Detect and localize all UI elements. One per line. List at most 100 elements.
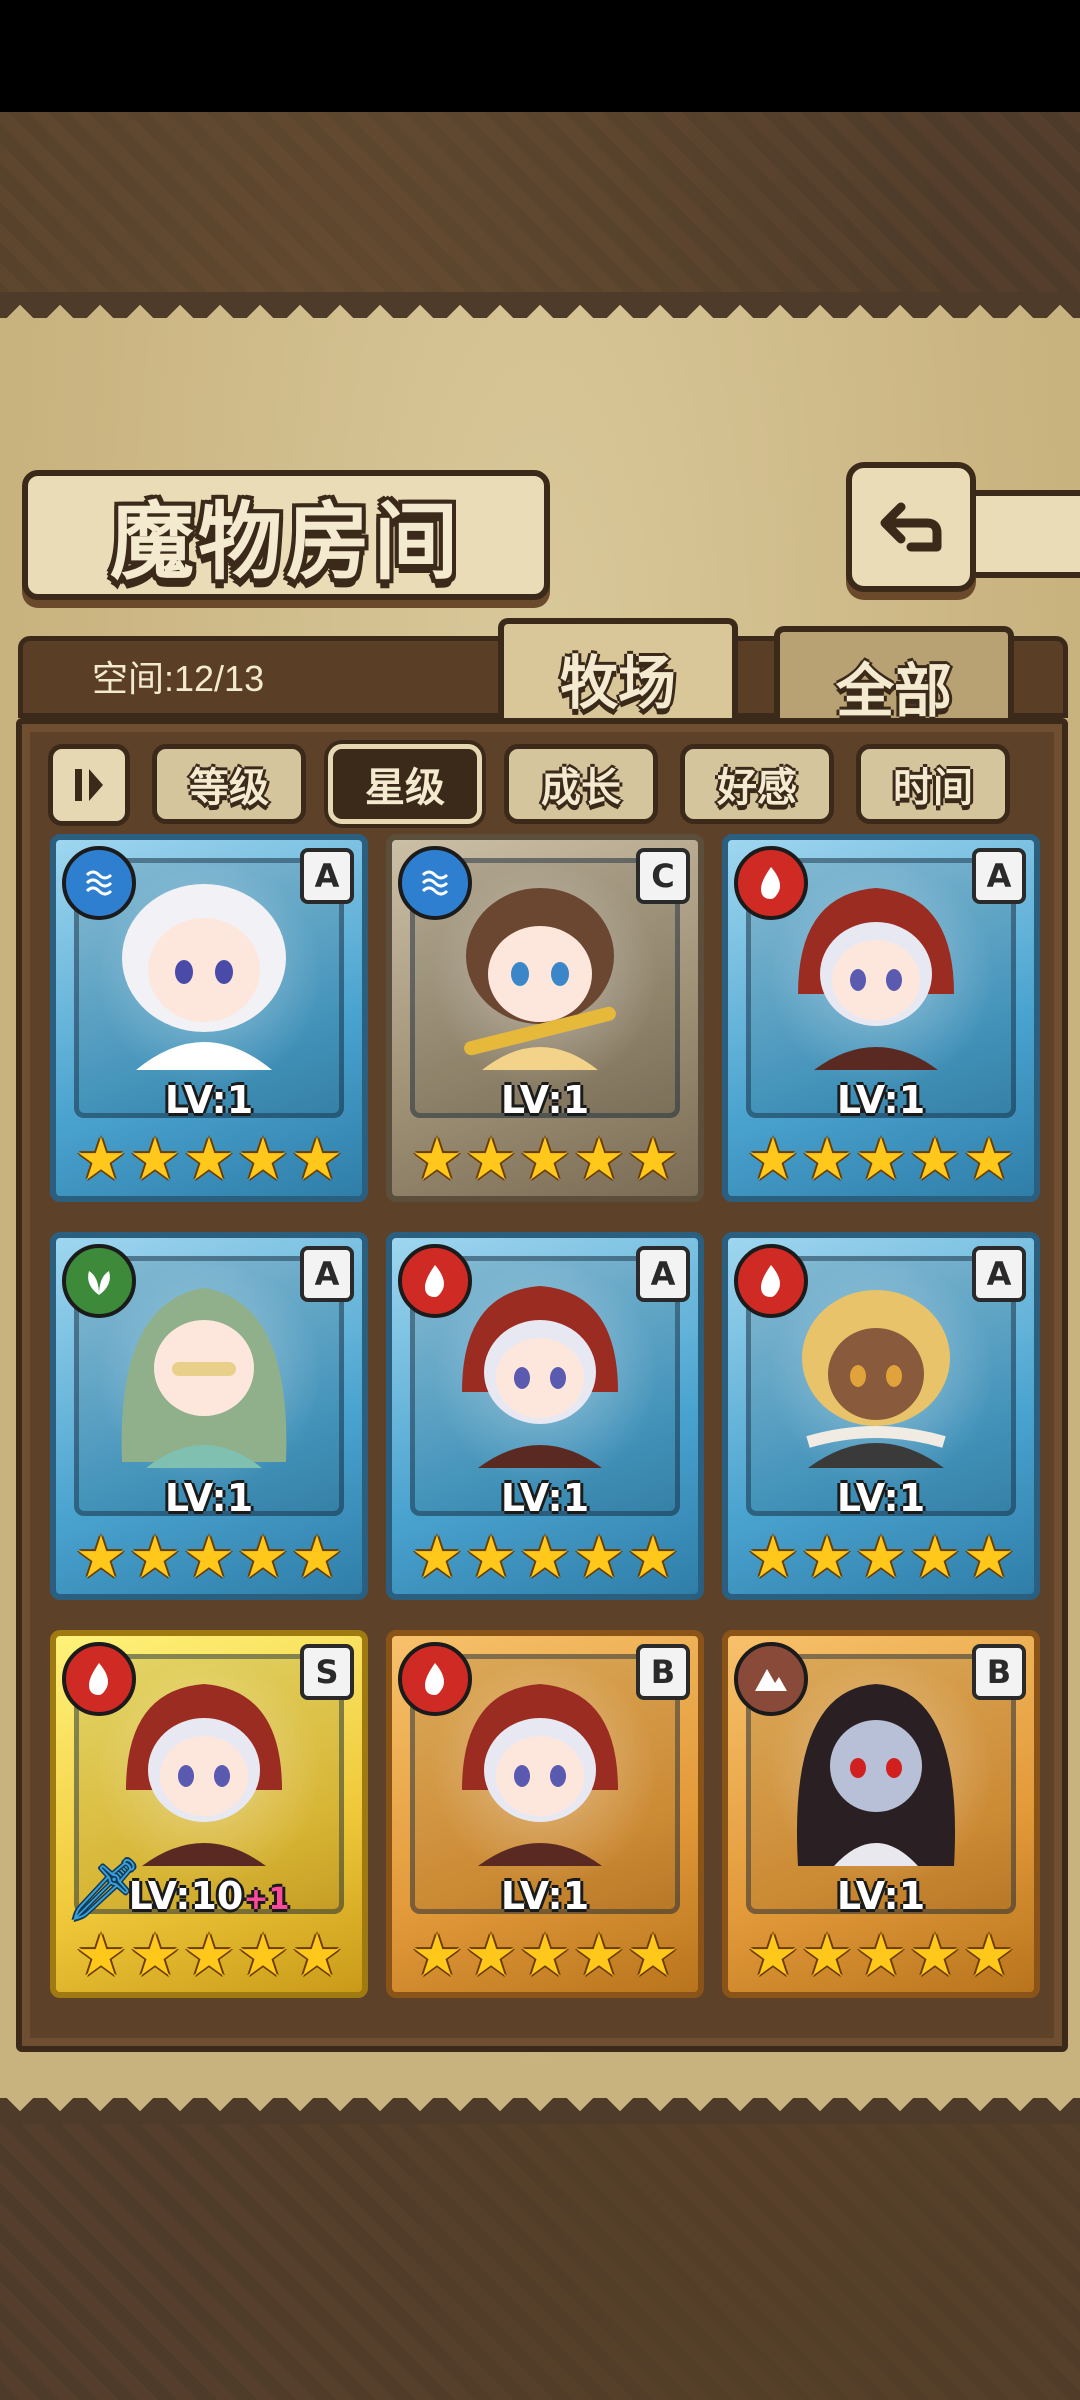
- star-rating: ★ ★ ★ ★ ★: [56, 1524, 362, 1590]
- monster-portrait-green-haired: [121, 1288, 287, 1468]
- panel-edge-bottom: [0, 2098, 1080, 2124]
- sort-button-level[interactable]: 等级: [152, 744, 306, 824]
- star-icon: ★: [75, 1921, 127, 1989]
- star-icon: ★: [291, 1125, 343, 1193]
- star-icon: ★: [291, 1921, 343, 1989]
- level-value: LV:1: [500, 1874, 590, 1918]
- star-icon: ★: [909, 1523, 961, 1591]
- star-rating: ★ ★ ★ ★ ★: [728, 1524, 1034, 1590]
- star-icon: ★: [237, 1125, 289, 1193]
- level-bonus: +1: [243, 1882, 290, 1917]
- monster-portrait-white-haired: [122, 884, 286, 1070]
- monster-card[interactable]: B LV:1 ★ ★ ★ ★ ★: [386, 1630, 704, 1998]
- capacity-label: 空间:12/13: [92, 658, 265, 699]
- star-icon: ★: [747, 1523, 799, 1591]
- sort-order-toggle[interactable]: [48, 744, 130, 826]
- star-icon: ★: [465, 1125, 517, 1193]
- sort-button-star[interactable]: 星级: [328, 744, 482, 824]
- back-rail: [964, 490, 1080, 578]
- level-value: LV:1: [836, 1476, 926, 1520]
- star-icon: ★: [183, 1921, 235, 1989]
- level-label: LV:1: [728, 1078, 1034, 1122]
- monster-card[interactable]: S 🗡 LV:10+1 ★ ★ ★ ★ ★: [50, 1630, 368, 1998]
- status-bar: [0, 0, 1080, 112]
- rank-badge: C: [636, 848, 690, 904]
- level-label: LV:1: [392, 1078, 698, 1122]
- monster-card[interactable]: A LV:1 ★ ★ ★ ★ ★: [386, 1232, 704, 1600]
- fire-element-icon: [398, 1642, 472, 1716]
- sort-button-growth[interactable]: 成长: [504, 744, 658, 824]
- star-rating: ★ ★ ★ ★ ★: [392, 1922, 698, 1988]
- sort-button-affection[interactable]: 好感: [680, 744, 834, 824]
- star-icon: ★: [183, 1125, 235, 1193]
- monster-card[interactable]: A LV:1 ★ ★ ★ ★ ★: [722, 1232, 1040, 1600]
- star-icon: ★: [855, 1125, 907, 1193]
- star-icon: ★: [747, 1921, 799, 1989]
- water-element-icon: [398, 846, 472, 920]
- star-icon: ★: [129, 1125, 181, 1193]
- star-icon: ★: [183, 1523, 235, 1591]
- star-icon: ★: [801, 1523, 853, 1591]
- monster-portrait-red-hood: [462, 1286, 618, 1468]
- rank-badge: A: [636, 1246, 690, 1302]
- rank-badge: B: [972, 1644, 1026, 1700]
- star-icon: ★: [519, 1125, 571, 1193]
- level-value: LV:1: [164, 1078, 254, 1122]
- sort-order-icon: [75, 769, 103, 801]
- rank-badge: B: [636, 1644, 690, 1700]
- star-icon: ★: [801, 1125, 853, 1193]
- level-value: LV:10: [128, 1874, 244, 1918]
- level-value: LV:1: [836, 1874, 926, 1918]
- star-icon: ★: [237, 1921, 289, 1989]
- level-label: LV:1: [392, 1874, 698, 1918]
- monster-card[interactable]: A LV:1 ★ ★ ★ ★ ★: [50, 1232, 368, 1600]
- monster-card[interactable]: B LV:1 ★ ★ ★ ★ ★: [722, 1630, 1040, 1998]
- monster-card[interactable]: A LV:1 ★ ★ ★ ★ ★: [722, 834, 1040, 1202]
- fire-element-icon: [734, 846, 808, 920]
- rank-badge: A: [300, 848, 354, 904]
- star-icon: ★: [411, 1523, 463, 1591]
- star-icon: ★: [627, 1125, 679, 1193]
- level-label: LV:1: [56, 1078, 362, 1122]
- monster-portrait-dark-haired: [796, 1684, 956, 1866]
- star-icon: ★: [465, 1523, 517, 1591]
- star-icon: ★: [291, 1523, 343, 1591]
- star-rating: ★ ★ ★ ★ ★: [728, 1922, 1034, 1988]
- star-rating: ★ ★ ★ ★ ★: [392, 1524, 698, 1590]
- fire-element-icon: [734, 1244, 808, 1318]
- level-label: LV:10+1: [56, 1874, 362, 1918]
- back-button[interactable]: [846, 462, 976, 592]
- title-plate: 魔物房间: [22, 470, 550, 600]
- star-icon: ★: [573, 1921, 625, 1989]
- tab-ranch[interactable]: 牧场: [498, 618, 738, 732]
- star-icon: ★: [75, 1125, 127, 1193]
- star-icon: ★: [129, 1523, 181, 1591]
- star-icon: ★: [963, 1523, 1015, 1591]
- star-icon: ★: [465, 1921, 517, 1989]
- rank-badge: A: [972, 848, 1026, 904]
- level-label: LV:1: [728, 1476, 1034, 1520]
- star-icon: ★: [627, 1523, 679, 1591]
- level-value: LV:1: [164, 1476, 254, 1520]
- star-rating: ★ ★ ★ ★ ★: [56, 1922, 362, 1988]
- star-icon: ★: [963, 1125, 1015, 1193]
- star-icon: ★: [519, 1523, 571, 1591]
- level-value: LV:1: [500, 1476, 590, 1520]
- star-icon: ★: [75, 1523, 127, 1591]
- star-icon: ★: [855, 1921, 907, 1989]
- leaf-element-icon: [62, 1244, 136, 1318]
- star-icon: ★: [411, 1921, 463, 1989]
- star-icon: ★: [963, 1921, 1015, 1989]
- sort-button-time[interactable]: 时间: [856, 744, 1010, 824]
- rank-badge: S: [300, 1644, 354, 1700]
- monster-card[interactable]: A LV:1 ★ ★ ★ ★ ★: [50, 834, 368, 1202]
- level-label: LV:1: [392, 1476, 698, 1520]
- monster-card[interactable]: C LV:1 ★ ★ ★ ★ ★: [386, 834, 704, 1202]
- star-icon: ★: [411, 1125, 463, 1193]
- star-icon: ★: [909, 1125, 961, 1193]
- star-icon: ★: [627, 1921, 679, 1989]
- fire-element-icon: [62, 1642, 136, 1716]
- star-rating: ★ ★ ★ ★ ★: [56, 1126, 362, 1192]
- star-rating: ★ ★ ★ ★ ★: [728, 1126, 1034, 1192]
- star-icon: ★: [519, 1921, 571, 1989]
